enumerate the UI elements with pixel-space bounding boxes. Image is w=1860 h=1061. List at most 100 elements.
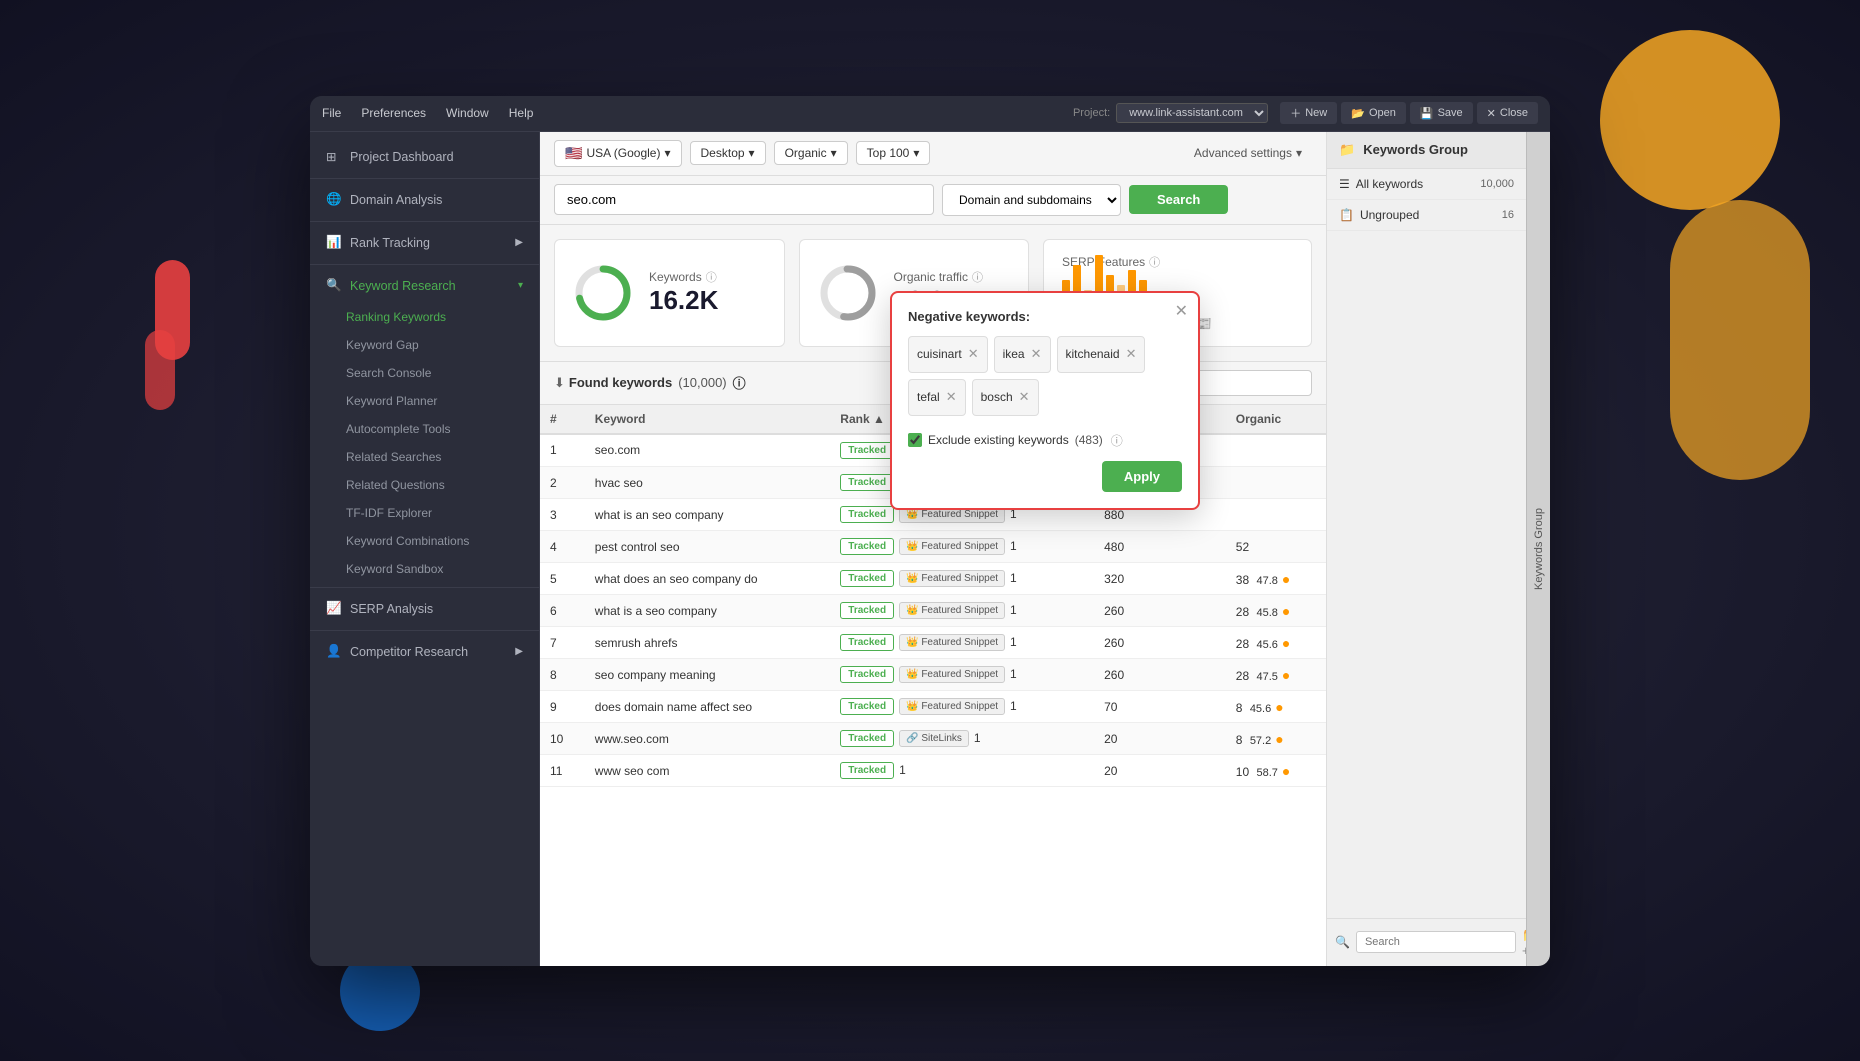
cell-num: 10 bbox=[540, 723, 585, 755]
cell-searches: 480 bbox=[1094, 531, 1226, 563]
globe-icon: 🌐 bbox=[326, 192, 342, 208]
keyword-text: what does an seo company do bbox=[595, 572, 758, 586]
cell-keyword: www seo com bbox=[585, 755, 830, 787]
rank-icon: 📊 bbox=[326, 235, 342, 251]
close-button[interactable]: ✕ Close bbox=[1477, 102, 1538, 124]
sidebar-sub-tfidf-explorer[interactable]: TF-IDF Explorer bbox=[310, 499, 539, 527]
menu-file[interactable]: File bbox=[322, 106, 341, 120]
neg-keyword-tag: ikea✕ bbox=[994, 336, 1051, 373]
vertical-tab[interactable]: Keywords Group bbox=[1526, 132, 1550, 966]
tracked-badge: Tracked bbox=[840, 730, 894, 747]
menu-window[interactable]: Window bbox=[446, 106, 489, 120]
sidebar-sub-related-searches[interactable]: Related Searches bbox=[310, 443, 539, 471]
sidebar-item-serp-analysis[interactable]: 📈 SERP Analysis bbox=[310, 592, 539, 626]
advanced-settings-chevron: ▾ bbox=[1296, 146, 1302, 160]
sidebar-sub-related-questions[interactable]: Related Questions bbox=[310, 471, 539, 499]
cell-keyword: hvac seo bbox=[585, 467, 830, 499]
device-selector[interactable]: Desktop ▾ bbox=[690, 141, 766, 165]
keyword-text: semrush ahrefs bbox=[595, 636, 678, 650]
neg-keywords-list: cuisinart✕ikea✕kitchenaid✕tefal✕bosch✕ bbox=[908, 336, 1182, 416]
rank-value: 1 bbox=[1010, 667, 1017, 681]
sidebar-sub-ranking-keywords[interactable]: Ranking Keywords bbox=[310, 303, 539, 331]
vertical-tab-label: Keywords Group bbox=[1533, 508, 1545, 590]
keywords-help-icon[interactable]: ⓘ bbox=[706, 269, 717, 285]
sidebar-divider-4 bbox=[310, 587, 539, 588]
sidebar-item-domain-analysis[interactable]: 🌐 Domain Analysis bbox=[310, 183, 539, 217]
sidebar-item-project-dashboard[interactable]: ⊞ Project Dashboard bbox=[310, 140, 539, 174]
rank-tracking-arrow: ▶ bbox=[515, 237, 523, 248]
sidebar-sub-search-console[interactable]: Search Console bbox=[310, 359, 539, 387]
sidebar-item-keyword-research[interactable]: 🔍 Keyword Research ▾ bbox=[310, 269, 539, 303]
exclude-help-icon[interactable]: ⓘ bbox=[1111, 432, 1123, 449]
cell-searches: 20 bbox=[1094, 723, 1226, 755]
cell-keyword: what is a seo company bbox=[585, 595, 830, 627]
kd-value: 45.6 bbox=[1250, 703, 1271, 715]
right-panel-container: 📁 Keywords Group ☰ All keywords 10,000 📋… bbox=[1326, 132, 1550, 966]
save-icon: 💾 bbox=[1420, 107, 1434, 120]
ungrouped-icon: 📋 bbox=[1339, 208, 1354, 222]
sidebar-divider-3 bbox=[310, 264, 539, 265]
content-area: 🇺🇸 USA (Google) ▾ Desktop ▾ Organic ▾ To… bbox=[540, 132, 1326, 966]
keyword-text: does domain name affect seo bbox=[595, 700, 752, 714]
serp-badge: 🔗 SiteLinks bbox=[899, 730, 969, 747]
col-keyword[interactable]: Keyword bbox=[585, 405, 830, 434]
sidebar-sub-keyword-sandbox[interactable]: Keyword Sandbox bbox=[310, 555, 539, 583]
neg-keywords-popup: ✕ Negative keywords: cuisinart✕ikea✕kitc… bbox=[890, 291, 1200, 510]
right-panel-bottom: 🔍 📁+ bbox=[1327, 918, 1526, 966]
table-row: 7 semrush ahrefs Tracked 👑 Featured Snip… bbox=[540, 627, 1326, 659]
domain-search-input[interactable] bbox=[554, 184, 934, 215]
right-panel-ungrouped[interactable]: 📋 Ungrouped 16 bbox=[1327, 200, 1526, 231]
keyword-text: what is a seo company bbox=[595, 604, 717, 618]
neg-keyword-remove-button[interactable]: ✕ bbox=[968, 346, 979, 362]
serp-icon: 📈 bbox=[326, 601, 342, 617]
kd-dot: ● bbox=[1282, 763, 1290, 779]
neg-keyword-remove-button[interactable]: ✕ bbox=[946, 389, 957, 405]
keyword-text: hvac seo bbox=[595, 476, 643, 490]
location-selector[interactable]: 🇺🇸 USA (Google) ▾ bbox=[554, 140, 682, 167]
cell-num: 4 bbox=[540, 531, 585, 563]
menu-help[interactable]: Help bbox=[509, 106, 534, 120]
cell-num: 8 bbox=[540, 659, 585, 691]
cell-num: 6 bbox=[540, 595, 585, 627]
found-keywords-help-icon[interactable]: ⓘ bbox=[733, 373, 746, 392]
neg-keyword-remove-button[interactable]: ✕ bbox=[1031, 346, 1042, 362]
title-bar: File Preferences Window Help Project: ww… bbox=[310, 96, 1550, 132]
expand-icon[interactable]: ⬇ bbox=[554, 375, 565, 391]
sidebar-sub-keyword-gap[interactable]: Keyword Gap bbox=[310, 331, 539, 359]
new-button[interactable]: ＋ New bbox=[1280, 102, 1337, 124]
cell-searches: 320 bbox=[1094, 563, 1226, 595]
cell-rank: Tracked 1 bbox=[830, 755, 1094, 787]
right-panel-all-keywords[interactable]: ☰ All keywords 10,000 bbox=[1327, 169, 1526, 200]
advanced-settings-button[interactable]: Advanced settings ▾ bbox=[1184, 142, 1312, 164]
organic-stat-label: Organic traffic ⓘ bbox=[894, 269, 983, 285]
col-organic[interactable]: Organic bbox=[1226, 405, 1326, 434]
sidebar-sub-autocomplete-tools[interactable]: Autocomplete Tools bbox=[310, 415, 539, 443]
serp-help-icon[interactable]: ⓘ bbox=[1149, 254, 1160, 270]
kd-value: 57.2 bbox=[1250, 735, 1271, 747]
search-button[interactable]: Search bbox=[1129, 185, 1228, 214]
organic-selector[interactable]: Organic ▾ bbox=[774, 141, 848, 165]
neg-keyword-remove-button[interactable]: ✕ bbox=[1019, 389, 1030, 405]
cell-organic: 28 45.8● bbox=[1226, 595, 1326, 627]
organic-help-icon[interactable]: ⓘ bbox=[972, 269, 983, 285]
top100-selector[interactable]: Top 100 ▾ bbox=[856, 141, 931, 165]
save-button[interactable]: 💾 Save bbox=[1410, 102, 1473, 124]
open-button[interactable]: 📂 Open bbox=[1341, 102, 1406, 124]
right-panel-search-input[interactable] bbox=[1356, 931, 1516, 953]
neg-keyword-remove-button[interactable]: ✕ bbox=[1126, 346, 1137, 362]
project-selector[interactable]: www.link-assistant.com bbox=[1116, 103, 1268, 123]
exclude-checkbox[interactable] bbox=[908, 433, 922, 447]
cell-organic: 28 47.5● bbox=[1226, 659, 1326, 691]
sidebar-item-rank-tracking[interactable]: 📊 Rank Tracking ▶ bbox=[310, 226, 539, 260]
neg-keywords-close-button[interactable]: ✕ bbox=[1175, 301, 1188, 321]
sidebar-sub-keyword-planner[interactable]: Keyword Planner bbox=[310, 387, 539, 415]
cell-rank: Tracked 🔗 SiteLinks 1 bbox=[830, 723, 1094, 755]
keywords-stat-card: Keywords ⓘ 16.2K bbox=[554, 239, 785, 347]
apply-button[interactable]: Apply bbox=[1102, 461, 1182, 492]
neg-keyword-tag: kitchenaid✕ bbox=[1057, 336, 1146, 373]
sidebar-item-competitor-research[interactable]: 👤 Competitor Research ▶ bbox=[310, 635, 539, 669]
kd-dot: ● bbox=[1275, 731, 1283, 747]
sidebar-sub-keyword-combinations[interactable]: Keyword Combinations bbox=[310, 527, 539, 555]
search-scope-selector[interactable]: Domain and subdomains bbox=[942, 184, 1121, 216]
menu-preferences[interactable]: Preferences bbox=[361, 106, 426, 120]
